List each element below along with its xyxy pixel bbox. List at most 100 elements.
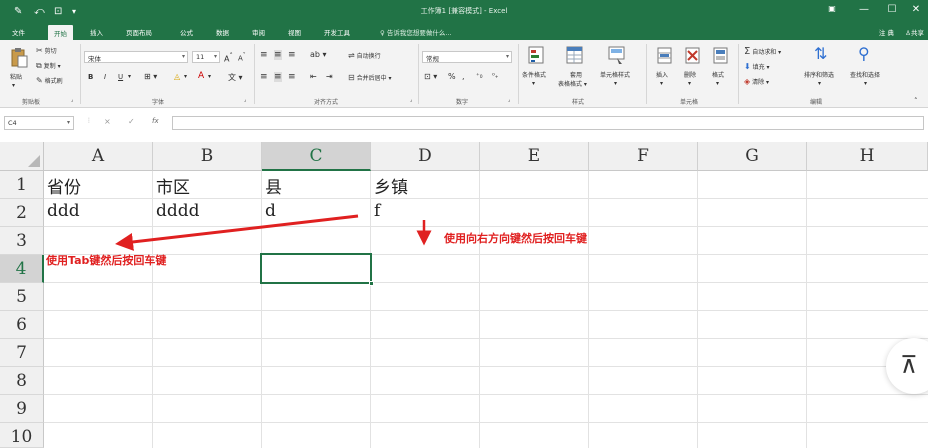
row-header-3[interactable]: 3	[0, 227, 44, 255]
row-header-4[interactable]: 4	[0, 255, 44, 283]
select-all-button[interactable]	[0, 142, 44, 171]
format-cells-button[interactable]: 格式	[712, 70, 724, 79]
share-button[interactable]: ♙共享	[905, 27, 924, 37]
active-cell-c4[interactable]	[260, 253, 374, 286]
cell-d1[interactable]: 乡镇	[371, 173, 408, 198]
minimize-icon[interactable]: —	[854, 4, 874, 15]
clipboard-launcher-icon[interactable]: ⌟	[71, 97, 73, 103]
cut-button[interactable]: ✂ 剪切	[36, 46, 57, 55]
bold-button[interactable]: B	[88, 73, 93, 81]
format-painter-button[interactable]: ✎ 格式刷	[36, 76, 63, 85]
paste-dropdown-icon[interactable]: ▾	[12, 82, 15, 89]
align-left-icon[interactable]: ≡	[260, 72, 268, 82]
row-header-10[interactable]: 10	[0, 423, 44, 448]
percent-button[interactable]: %	[448, 72, 456, 81]
row-header-1[interactable]: 1	[0, 171, 44, 199]
insert-cells-button[interactable]: 插入	[656, 70, 668, 79]
ribbon-display-options-icon[interactable]: ▣	[822, 4, 842, 13]
chevron-down-icon[interactable]: ▾	[532, 80, 535, 87]
chevron-down-icon[interactable]: ▾	[716, 80, 719, 87]
increase-decimal-icon[interactable]: ⁺₀	[476, 72, 483, 80]
currency-icon[interactable]: ⊡ ▾	[424, 72, 437, 81]
alignment-launcher-icon[interactable]: ⌟	[410, 97, 412, 103]
row-header-9[interactable]: 9	[0, 395, 44, 423]
chevron-down-icon[interactable]: ▾	[614, 80, 617, 87]
comma-button[interactable]: ,	[462, 72, 465, 81]
chevron-down-icon[interactable]: ▾	[688, 80, 691, 87]
column-header-d[interactable]: D	[371, 142, 480, 171]
sort-filter-icon[interactable]: ⇅	[814, 44, 827, 63]
shrink-font-button[interactable]: A˅	[238, 53, 246, 62]
underline-button[interactable]: U	[118, 73, 123, 81]
column-header-h[interactable]: H	[807, 142, 928, 171]
borders-icon[interactable]: ⊞ ▾	[144, 72, 157, 81]
cell-a2[interactable]: ddd	[44, 201, 80, 221]
tab-developer[interactable]: 开发工具	[324, 27, 350, 37]
chevron-down-icon[interactable]: ▾	[818, 80, 821, 87]
tab-home[interactable]: 开始	[48, 25, 73, 40]
tab-insert[interactable]: 插入	[90, 27, 103, 37]
tab-data[interactable]: 数据	[216, 27, 229, 37]
chevron-down-icon[interactable]: ▾	[660, 80, 663, 87]
column-header-g[interactable]: G	[698, 142, 807, 171]
cell-styles-button[interactable]: 单元格样式	[600, 70, 630, 79]
font-color-dropdown-icon[interactable]: ▾	[208, 73, 211, 80]
format-as-table-icon[interactable]	[566, 46, 584, 66]
tab-page-layout[interactable]: 页面布局	[126, 27, 152, 37]
cell-a1[interactable]: 省份	[44, 173, 81, 198]
enter-icon[interactable]: ✓	[128, 117, 135, 126]
tab-formulas[interactable]: 公式	[180, 27, 193, 37]
orientation-icon[interactable]: ab ▾	[310, 50, 327, 59]
decrease-decimal-icon[interactable]: ⁰₊	[492, 72, 499, 80]
row-header-8[interactable]: 8	[0, 367, 44, 395]
copy-button[interactable]: ⧉ 复制 ▾	[36, 61, 61, 71]
delete-cells-button[interactable]: 删除	[684, 70, 696, 79]
fill-handle[interactable]	[369, 281, 374, 286]
conditional-formatting-button[interactable]: 条件格式	[522, 70, 546, 79]
tell-me-box[interactable]: ♀ 告诉我您想要做什么...	[380, 27, 452, 37]
find-select-icon[interactable]: ⚲	[858, 44, 870, 63]
column-header-b[interactable]: B	[153, 142, 262, 171]
font-color-icon[interactable]: A	[198, 71, 204, 81]
fill-color-icon[interactable]: ◬	[174, 72, 180, 81]
number-format-select[interactable]: 常规 ▾	[422, 51, 512, 63]
tab-view[interactable]: 视图	[288, 27, 301, 37]
cell-b2[interactable]: dddd	[153, 201, 200, 221]
sort-filter-button[interactable]: 排序和筛选	[804, 70, 834, 79]
column-header-a[interactable]: A	[44, 142, 153, 171]
number-launcher-icon[interactable]: ⌟	[508, 97, 510, 103]
find-select-button[interactable]: 查找和选择	[850, 70, 880, 79]
conditional-formatting-icon[interactable]	[528, 46, 546, 66]
close-icon[interactable]: ✕	[906, 4, 926, 15]
collapse-ribbon-icon[interactable]: ˄	[914, 97, 918, 105]
tab-review[interactable]: 审阅	[252, 27, 265, 37]
font-launcher-icon[interactable]: ⌟	[244, 97, 246, 103]
formula-input[interactable]	[172, 116, 924, 130]
cell-b1[interactable]: 市区	[153, 173, 190, 198]
column-header-e[interactable]: E	[480, 142, 589, 171]
column-header-c[interactable]: C	[262, 142, 371, 171]
align-bottom-icon[interactable]: ≡	[288, 50, 296, 60]
grow-font-button[interactable]: A˄	[224, 52, 233, 64]
delete-cells-icon[interactable]	[684, 46, 702, 66]
underline-dropdown-icon[interactable]: ▾	[128, 73, 131, 80]
row-header-7[interactable]: 7	[0, 339, 44, 367]
row-header-6[interactable]: 6	[0, 311, 44, 339]
increase-indent-icon[interactable]: ⇥	[326, 72, 333, 81]
cell-styles-icon[interactable]	[608, 46, 626, 66]
name-box[interactable]: C4 ▾	[4, 116, 74, 130]
align-right-icon[interactable]: ≡	[288, 72, 296, 82]
align-center-icon[interactable]: ≡	[274, 72, 282, 82]
paste-icon[interactable]	[10, 48, 28, 68]
autosum-button[interactable]: Σ 自动求和 ▾	[744, 46, 781, 57]
decrease-indent-icon[interactable]: ⇤	[310, 72, 317, 81]
cell-c2[interactable]: d	[262, 201, 276, 221]
row-header-2[interactable]: 2	[0, 199, 44, 227]
fill-button[interactable]: ⬇ 填充 ▾	[744, 62, 770, 71]
clear-button[interactable]: ◈ 清除 ▾	[744, 77, 769, 86]
column-header-f[interactable]: F	[589, 142, 698, 171]
font-size-select[interactable]: 11 ▾	[192, 51, 220, 63]
phonetic-icon[interactable]: 文 ▾	[228, 72, 243, 83]
row-header-5[interactable]: 5	[0, 283, 44, 311]
insert-cells-icon[interactable]	[656, 46, 674, 66]
